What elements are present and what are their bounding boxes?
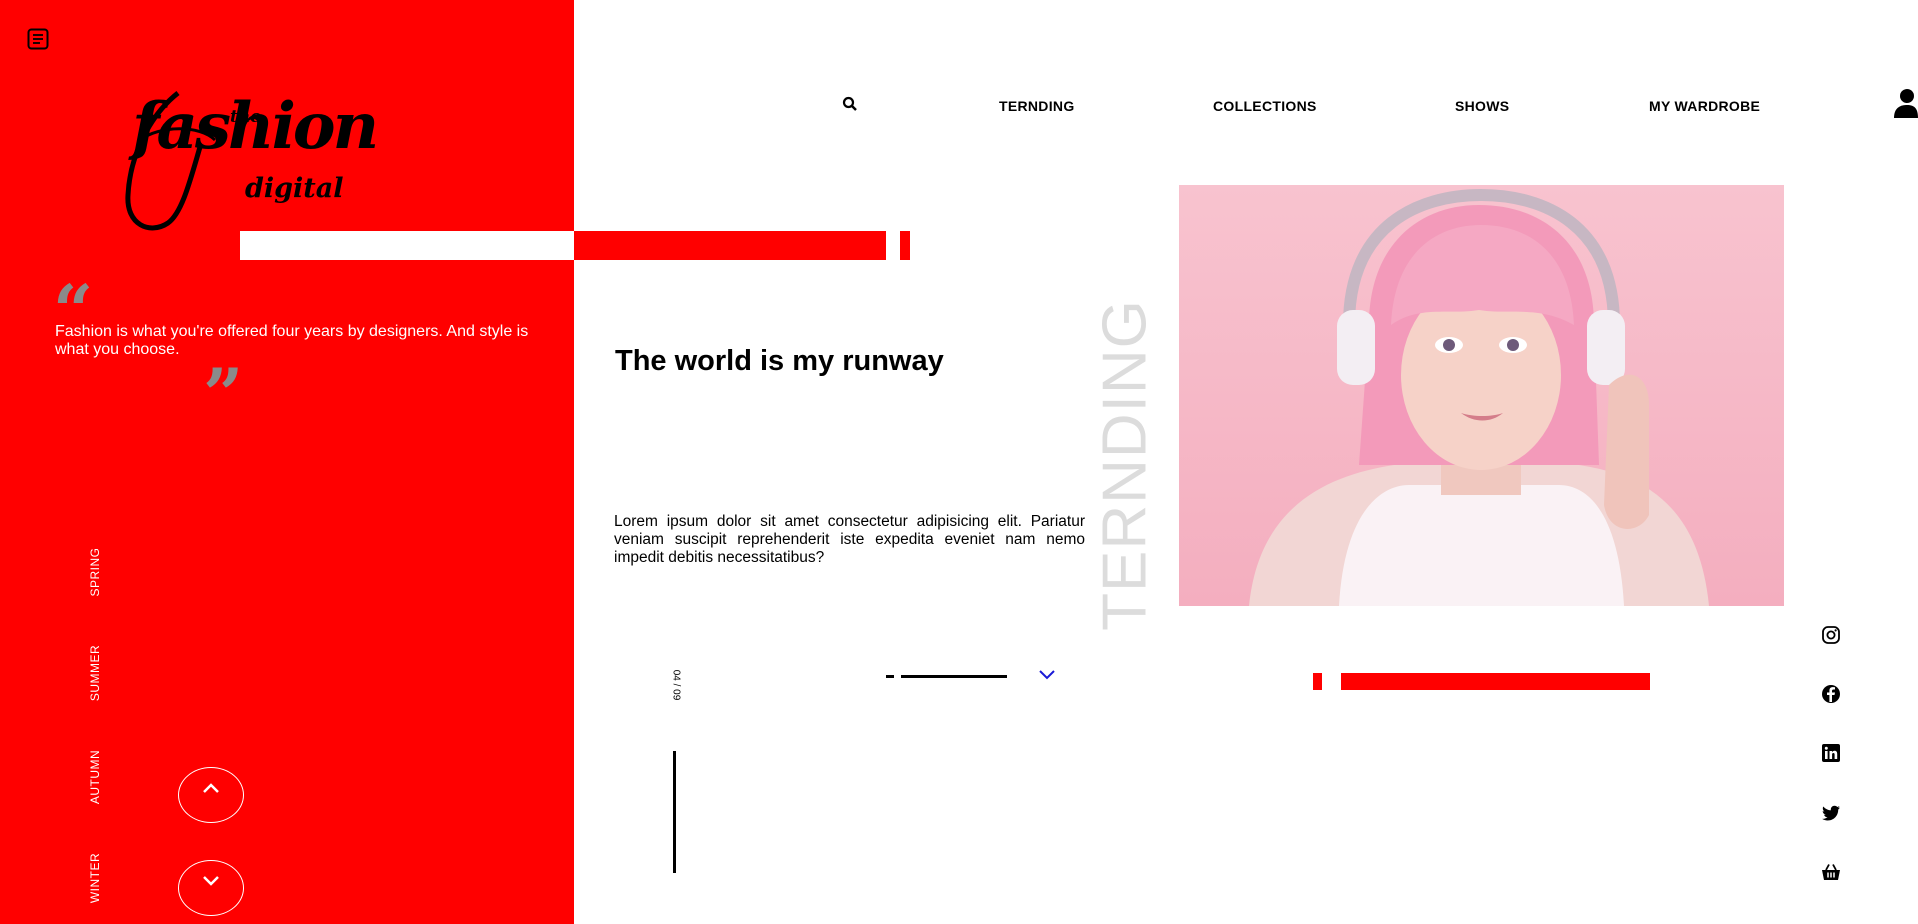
nav-link-trending[interactable]: TERNDING bbox=[999, 98, 1075, 114]
quote-open-icon: “ bbox=[53, 276, 93, 316]
brand-logo[interactable]: the fashion digital bbox=[120, 85, 379, 235]
season-label: SPRING bbox=[88, 547, 102, 597]
nav-link-my-wardrobe[interactable]: MY WARDROBE bbox=[1649, 98, 1760, 114]
season-label: AUTUMN bbox=[88, 749, 102, 805]
intro-paragraph: Lorem ipsum dolor sit amet consectetur a… bbox=[614, 513, 1085, 566]
decorative-bar-red bbox=[1341, 673, 1650, 690]
linkedin-icon[interactable] bbox=[1821, 743, 1841, 763]
decorative-bar-red-small bbox=[900, 231, 910, 260]
hero-portrait-illustration bbox=[1179, 185, 1784, 606]
logo-word-fashion: fashion bbox=[132, 89, 379, 164]
quote-text: Fashion is what you're offered four year… bbox=[55, 323, 529, 358]
vertical-section-text: TERNDING bbox=[1090, 299, 1160, 631]
scroll-down-button[interactable] bbox=[178, 860, 244, 916]
slider-progress-line bbox=[901, 675, 1007, 678]
chevron-down-icon[interactable] bbox=[1038, 668, 1056, 682]
facebook-icon[interactable] bbox=[1821, 684, 1841, 704]
twitter-icon[interactable] bbox=[1821, 803, 1841, 823]
chevron-down-icon bbox=[203, 876, 219, 886]
season-label: WINTER bbox=[88, 852, 102, 904]
page-counter-text: 04 / 09 bbox=[670, 669, 682, 701]
instagram-icon[interactable] bbox=[1821, 625, 1841, 645]
nav-link-shows[interactable]: SHOWS bbox=[1455, 98, 1509, 114]
decorative-bar-red-small bbox=[1313, 673, 1322, 690]
decorative-bar-red bbox=[574, 231, 886, 260]
menu-icon[interactable] bbox=[27, 28, 49, 50]
basket-icon[interactable] bbox=[1821, 862, 1841, 882]
season-label: SUMMER bbox=[88, 644, 102, 702]
logo-word-digital: digital bbox=[245, 173, 344, 204]
scroll-up-button[interactable] bbox=[178, 767, 244, 823]
slider-dash bbox=[886, 675, 894, 678]
hero-image bbox=[1179, 185, 1784, 606]
decorative-bar-white bbox=[240, 231, 574, 260]
nav-link-collections[interactable]: COLLECTIONS bbox=[1213, 98, 1317, 114]
chevron-up-icon bbox=[203, 783, 219, 793]
page-title: The world is my runway bbox=[615, 345, 944, 377]
quote-close-icon: ” bbox=[203, 360, 243, 400]
search-icon[interactable] bbox=[842, 96, 858, 112]
vertical-divider bbox=[673, 751, 676, 873]
user-icon[interactable] bbox=[1894, 88, 1918, 118]
